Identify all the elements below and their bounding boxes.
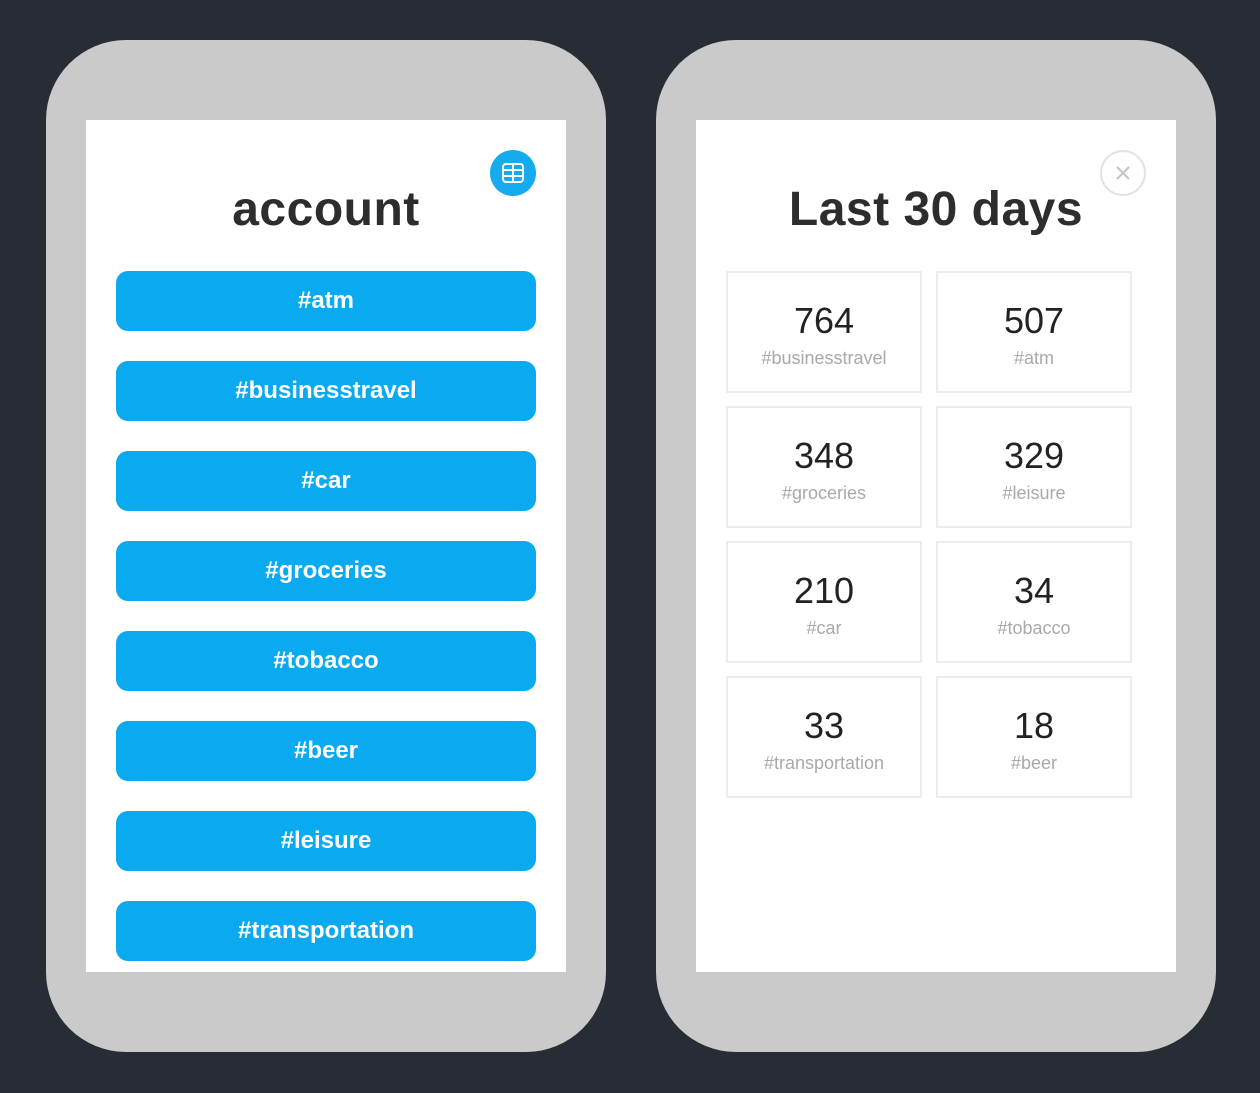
- stat-tag: #beer: [1010, 753, 1058, 773]
- close-glyph: [1116, 166, 1130, 180]
- account-screen: account #atm #businesstravel #car #groce…: [86, 120, 566, 972]
- stat-card-atm[interactable]: 507 #atm: [936, 271, 1132, 393]
- stat-card-car[interactable]: 210 #car: [726, 541, 922, 663]
- stat-value: 507: [1003, 300, 1065, 341]
- tag-button-tobacco[interactable]: #tobacco: [116, 631, 536, 691]
- phone-frame-account: account #atm #businesstravel #car #groce…: [46, 40, 606, 1052]
- tag-button-list: #atm #businesstravel #car #groceries #to…: [116, 271, 536, 972]
- stat-tag: #leisure: [1002, 483, 1066, 503]
- stat-value: 18: [1013, 705, 1055, 746]
- tag-button-transportation[interactable]: #transportation: [116, 901, 536, 961]
- stat-tag: #transportation: [763, 753, 885, 773]
- stats-title: Last 30 days: [788, 183, 1084, 236]
- stat-value: 34: [1013, 570, 1055, 611]
- tag-button-businesstravel[interactable]: #businesstravel: [116, 361, 536, 421]
- tag-button-groceries[interactable]: #groceries: [116, 541, 536, 601]
- stat-card-groceries[interactable]: 348 #groceries: [726, 406, 922, 528]
- stat-card-leisure[interactable]: 329 #leisure: [936, 406, 1132, 528]
- stat-card-beer[interactable]: 18 #beer: [936, 676, 1132, 798]
- grid-menu-glyph: [502, 163, 524, 183]
- stat-value: 764: [793, 300, 855, 341]
- phone-frame-stats: Last 30 days 764 #businesstravel 507 #at…: [656, 40, 1216, 1052]
- stat-value: 329: [1003, 435, 1065, 476]
- stat-tag: #groceries: [781, 483, 867, 503]
- stat-tag: #tobacco: [997, 618, 1071, 638]
- stat-tag: #car: [806, 618, 842, 638]
- stat-tag: #businesstravel: [761, 348, 887, 368]
- tag-button-beer[interactable]: #beer: [116, 721, 536, 781]
- stat-tag: #atm: [1013, 348, 1055, 368]
- stat-card-businesstravel[interactable]: 764 #businesstravel: [726, 271, 922, 393]
- tag-button-atm[interactable]: #atm: [116, 271, 536, 331]
- stat-value: 210: [793, 570, 855, 611]
- stat-value: 33: [803, 705, 845, 746]
- stat-card-transportation[interactable]: 33 #transportation: [726, 676, 922, 798]
- stat-card-tobacco[interactable]: 34 #tobacco: [936, 541, 1132, 663]
- tag-button-car[interactable]: #car: [116, 451, 536, 511]
- tag-button-leisure[interactable]: #leisure: [116, 811, 536, 871]
- stat-value: 348: [793, 435, 855, 476]
- stats-screen: Last 30 days 764 #businesstravel 507 #at…: [696, 120, 1176, 972]
- account-title: account: [232, 183, 420, 236]
